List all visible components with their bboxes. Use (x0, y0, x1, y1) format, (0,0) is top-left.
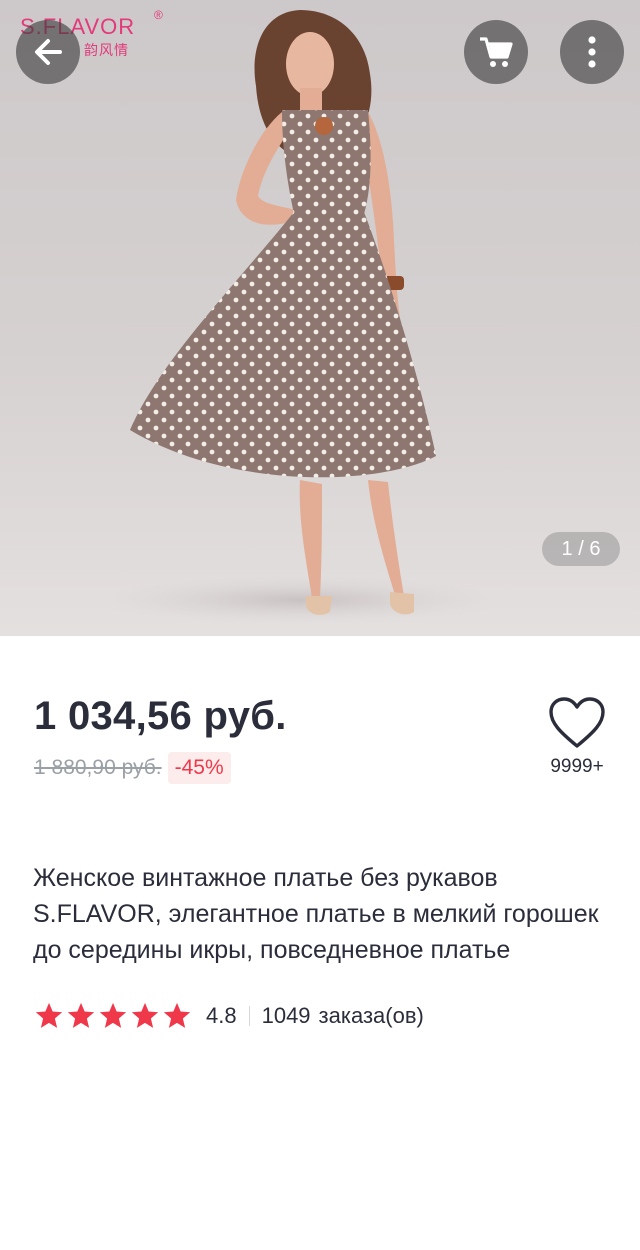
rating-stars (34, 1001, 194, 1031)
image-counter: 1 / 6 (542, 532, 620, 566)
favorites-count: 9999+ (550, 756, 604, 777)
old-price: 1 880,90 руб. (34, 756, 162, 779)
cart-icon (480, 37, 513, 67)
back-button[interactable] (16, 20, 80, 84)
old-price-row: 1 880,90 руб. -45% (34, 752, 231, 784)
current-price: 1 034,56 руб. (34, 694, 287, 738)
product-image-gallery[interactable]: S.FLAVOR ® 韵风情 1 / 6 (0, 0, 640, 636)
orders-count: 1049 (261, 1003, 311, 1028)
star-icon (131, 1002, 159, 1028)
price-section: 1 034,56 руб. (34, 694, 287, 739)
discount-badge: -45% (167, 752, 231, 784)
brand-subtitle: 韵风情 (84, 42, 129, 58)
cart-button[interactable] (464, 20, 528, 84)
star-icon (163, 1002, 191, 1028)
rating-row[interactable]: 4.8 1049 заказа(ов) (34, 1000, 424, 1032)
divider (248, 1006, 250, 1026)
star-icon (67, 1002, 95, 1028)
favorite-button[interactable]: 9999+ (540, 694, 612, 784)
rating-value: 4.8 (206, 1003, 237, 1028)
more-options-button[interactable] (560, 20, 624, 84)
brand-registered-mark: ® (154, 8, 163, 22)
arrow-left-icon (35, 39, 62, 65)
heart-icon (549, 697, 605, 748)
star-icon (35, 1002, 63, 1028)
product-title[interactable]: Женское винтажное платье без рукавов S.F… (33, 860, 608, 968)
star-icon (99, 1002, 127, 1028)
more-vertical-icon (588, 36, 596, 68)
orders-label: заказа(ов) (318, 1003, 424, 1028)
